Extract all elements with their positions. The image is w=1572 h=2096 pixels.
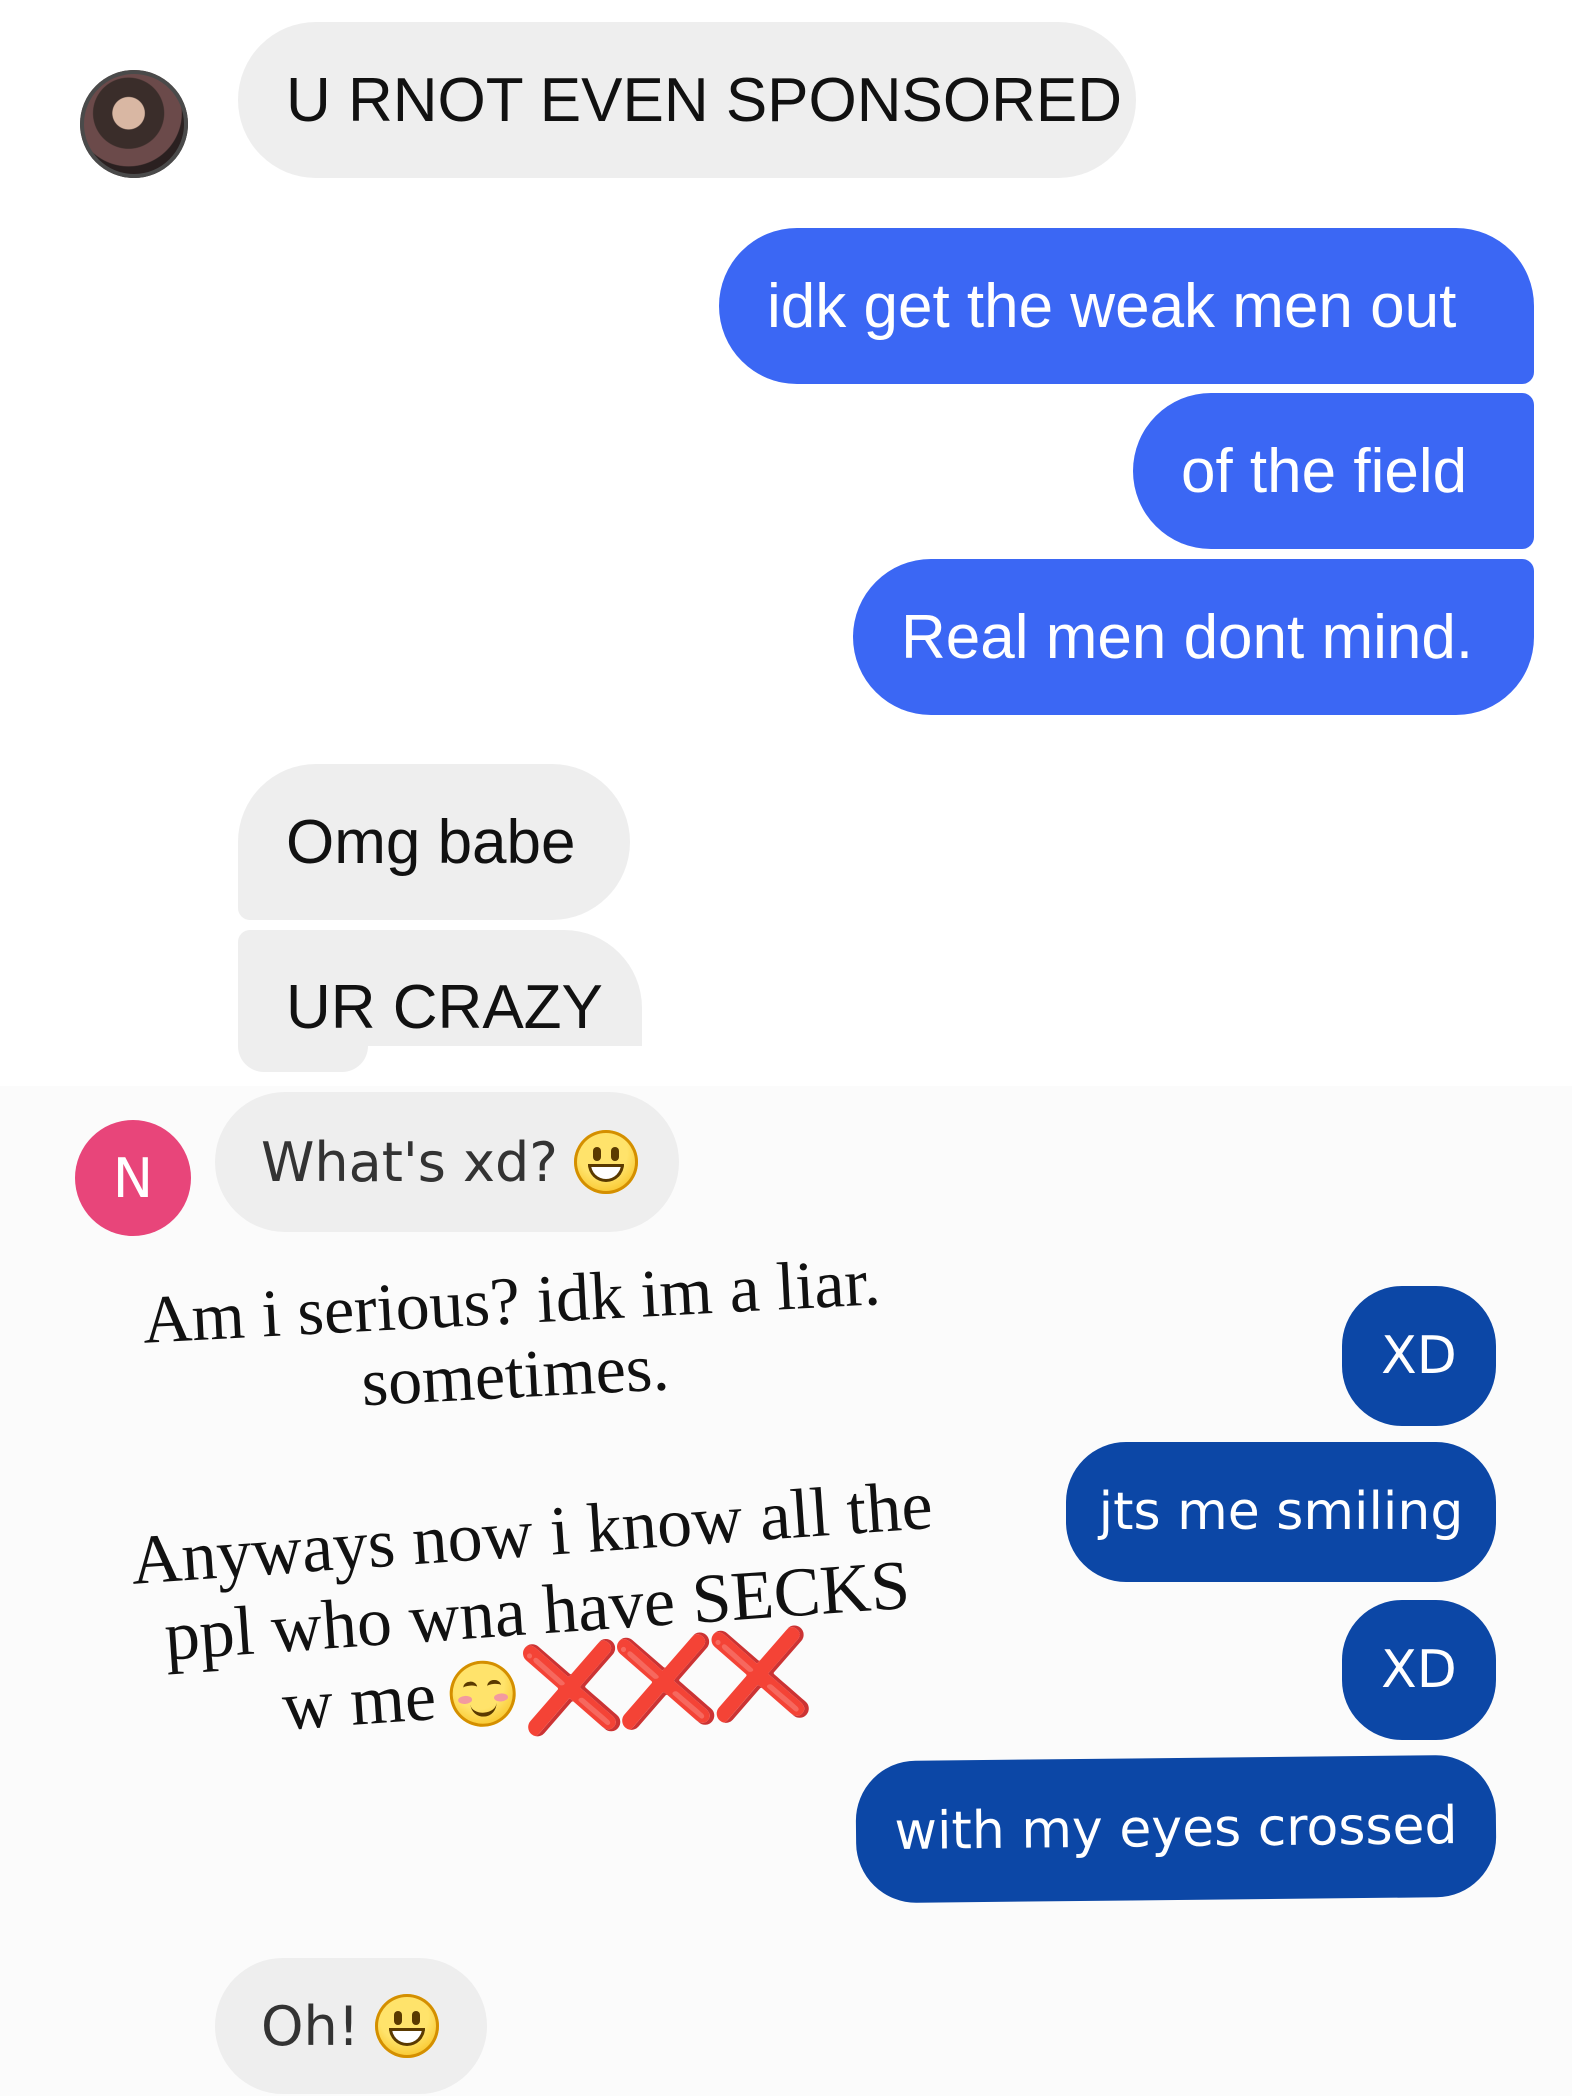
- message-text: Oh!: [261, 1994, 360, 2058]
- cross-mark-emoji-icon: ❌❌❌: [516, 1622, 807, 1741]
- message-bubble-outgoing[interactable]: idk get the weak men out: [719, 228, 1534, 384]
- message-bubble-outgoing[interactable]: of the field: [1133, 393, 1534, 549]
- message-bubble-outgoing[interactable]: with my eyes crossed: [855, 1754, 1497, 1904]
- message-text: jts me smiling: [1098, 1482, 1464, 1542]
- message-text: XD: [1381, 1326, 1457, 1386]
- message-text: What's xd?: [261, 1130, 558, 1194]
- message-text: U RNOT EVEN SPONSORED: [286, 65, 1123, 135]
- message-text: Omg babe: [286, 807, 576, 877]
- grinning-face-emoji-icon: [375, 1994, 440, 2058]
- message-text: with my eyes crossed: [894, 1796, 1458, 1862]
- message-text: Real men dont mind.: [901, 602, 1474, 672]
- contact-avatar[interactable]: [80, 70, 188, 178]
- grinning-face-emoji-icon: [573, 1130, 638, 1194]
- caption-line: w me: [279, 1658, 439, 1746]
- smiling-blush-emoji-icon: [447, 1658, 518, 1729]
- message-bubble-outgoing[interactable]: jts me smiling: [1066, 1442, 1496, 1582]
- bubble-fragment: [238, 1046, 368, 1072]
- message-bubble-incoming[interactable]: UR CRAZY: [238, 930, 642, 1046]
- message-bubble-outgoing[interactable]: XD: [1342, 1600, 1496, 1740]
- message-bubble-incoming[interactable]: Omg babe: [238, 764, 630, 920]
- message-text: XD: [1381, 1640, 1457, 1700]
- message-text: of the field: [1181, 436, 1468, 506]
- message-text: UR CRAZY: [286, 973, 603, 1042]
- message-text: idk get the weak men out: [767, 271, 1457, 341]
- message-bubble-incoming[interactable]: What's xd?: [215, 1092, 679, 1232]
- message-bubble-incoming[interactable]: U RNOT EVEN SPONSORED: [238, 22, 1136, 178]
- contact-avatar-initial[interactable]: N: [75, 1120, 191, 1236]
- message-bubble-incoming[interactable]: Oh!: [215, 1958, 487, 2094]
- message-bubble-outgoing[interactable]: XD: [1342, 1286, 1496, 1426]
- message-bubble-outgoing[interactable]: Real men dont mind.: [853, 559, 1534, 715]
